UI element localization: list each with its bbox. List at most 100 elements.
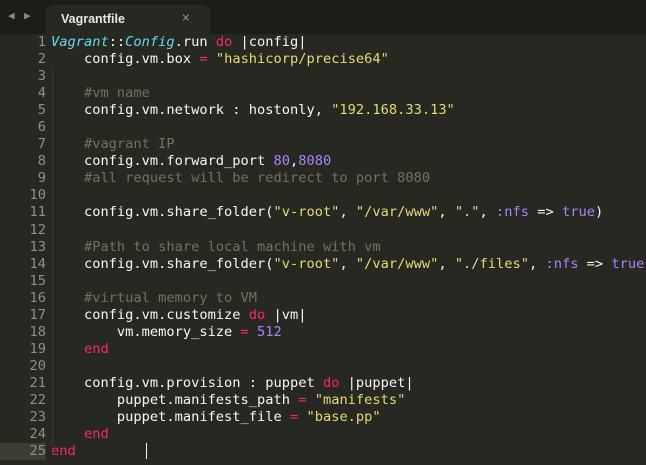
code-text: #vm name	[51, 85, 150, 102]
line-number: 24	[29, 426, 46, 443]
code-token: :nfs	[545, 255, 579, 272]
line-number: 8	[37, 153, 46, 170]
code-token: true	[611, 255, 645, 272]
code-token: config.vm.provision : puppet	[51, 374, 323, 391]
line-number: 15	[29, 272, 46, 289]
code-token: |vm|	[265, 306, 307, 323]
code-token: do	[215, 34, 233, 50]
code-text: #virtual memory to VM	[51, 290, 257, 307]
code-text: config.vm.forward_port 80,8080	[51, 153, 331, 170]
line-number: 16	[29, 289, 46, 306]
code-line[interactable]: 1 Vagrant::Config.run do |config|	[0, 34, 646, 51]
line-number: 7	[37, 136, 46, 153]
line-number: 22	[29, 391, 46, 408]
line-number: 10	[29, 187, 46, 204]
code-token: do	[322, 374, 340, 391]
code-token: config.vm.customize	[51, 306, 249, 323]
code-line[interactable]: 3	[0, 68, 646, 85]
code-line[interactable]: 13 #Path to share local machine with vm	[0, 239, 646, 256]
code-line[interactable]: 9 #all request will be redirect to port …	[0, 170, 646, 187]
code-line[interactable]: 23 puppet.manifest_file = "base.pp"	[0, 409, 646, 426]
line-number: 4	[37, 85, 46, 102]
code-token: "/var/www"	[355, 255, 439, 272]
code-line[interactable]: 20	[0, 358, 646, 375]
code-token: =	[199, 51, 208, 68]
code-line[interactable]: 24 end	[0, 426, 646, 443]
code-text: config.vm.customize do |vm|	[51, 306, 307, 324]
code-token: "/var/www"	[355, 204, 439, 221]
code-line[interactable]: 5 config.vm.network : hostonly, "192.168…	[0, 102, 646, 119]
line-number: 9	[37, 170, 46, 187]
code-token: "base.pp"	[306, 409, 381, 426]
code-token: ,	[528, 255, 546, 272]
code-token: true	[561, 204, 595, 221]
code-line[interactable]: 21 config.vm.provision : puppet do |pupp…	[0, 375, 646, 392]
line-number: 11	[29, 204, 46, 221]
code-token: 512	[257, 323, 282, 340]
code-line[interactable]: 18 vm.memory_size = 512	[0, 324, 646, 341]
code-token: end	[51, 340, 109, 357]
code-line[interactable]: 11 config.vm.share_folder("v-root", "/va…	[0, 204, 646, 221]
code-text: end	[51, 341, 109, 358]
code-token: end	[51, 443, 76, 460]
code-token: #vagrant IP	[51, 136, 175, 153]
text-cursor	[146, 443, 147, 459]
code-text: config.vm.box = "hashicorp/precise64"	[51, 51, 389, 68]
code-token: "192.168.33.13"	[331, 102, 455, 119]
code-token: |puppet|	[339, 374, 414, 391]
line-number: 14	[29, 255, 46, 272]
code-token: "./files"	[454, 255, 529, 272]
code-token: config.vm.share_folder(	[51, 204, 274, 221]
code-token: =	[240, 323, 249, 340]
code-token: puppet.manifest_file	[51, 409, 290, 426]
code-token: #vm name	[51, 85, 150, 102]
code-line[interactable]: 25 end	[0, 443, 646, 461]
line-number: 3	[37, 68, 46, 85]
code-line[interactable]: 8 config.vm.forward_port 80,8080	[0, 153, 646, 170]
line-number: 1	[37, 34, 46, 50]
line-number: 2	[37, 51, 46, 68]
code-text: #vagrant IP	[51, 136, 175, 153]
code-token: )	[594, 204, 604, 221]
code-token: ,	[438, 204, 455, 221]
code-line[interactable]: 14 config.vm.share_folder("v-root", "/va…	[0, 256, 646, 273]
code-text: vm.memory_size = 512	[51, 324, 282, 341]
code-token: |config|	[232, 34, 307, 50]
code-text: end	[51, 443, 76, 460]
code-text: Vagrant::Config.run do |config|	[51, 34, 306, 51]
code-token: .run	[174, 34, 216, 50]
code-line[interactable]: 19 end	[0, 341, 646, 358]
line-number: 21	[29, 374, 46, 391]
code-editor[interactable]: 1 Vagrant::Config.run do |config| 2 config…	[0, 34, 646, 461]
code-line[interactable]: 16 #virtual memory to VM	[0, 290, 646, 307]
tab-back-icon[interactable]: ◀	[8, 9, 15, 22]
code-text: #Path to share local machine with vm	[51, 239, 381, 256]
code-line[interactable]: 10	[0, 187, 646, 204]
tab-vagrantfile[interactable]: Vagrantfile ×	[46, 5, 210, 34]
close-tab-icon[interactable]: ×	[182, 10, 190, 26]
code-line[interactable]: 7 #vagrant IP	[0, 136, 646, 153]
code-text: config.vm.share_folder("v-root", "/var/w…	[51, 204, 603, 221]
code-token: puppet.manifests_path	[51, 391, 299, 408]
line-number: 18	[29, 323, 46, 340]
code-line[interactable]: 2 config.vm.box = "hashicorp/precise64"	[0, 51, 646, 68]
code-line[interactable]: 17 config.vm.customize do |vm|	[0, 307, 646, 324]
code-token: #virtual memory to VM	[51, 289, 258, 306]
code-token: do	[248, 306, 266, 323]
code-token: 8080	[298, 153, 332, 170]
tab-forward-icon[interactable]: ▶	[24, 9, 31, 22]
code-token: 80	[273, 153, 290, 170]
code-line[interactable]: 15	[0, 273, 646, 290]
code-line[interactable]: 4 #vm name	[0, 85, 646, 102]
code-text: #all request will be redirect to port 80…	[51, 170, 430, 187]
code-token: "manifests"	[314, 391, 406, 408]
code-token: ::	[108, 34, 126, 50]
line-number: 23	[29, 409, 46, 426]
code-line[interactable]: 22 puppet.manifests_path = "manifests"	[0, 392, 646, 409]
code-line[interactable]: 12	[0, 222, 646, 239]
code-token: =	[289, 409, 299, 426]
code-token: ,	[339, 255, 356, 272]
code-line[interactable]: 6	[0, 119, 646, 136]
